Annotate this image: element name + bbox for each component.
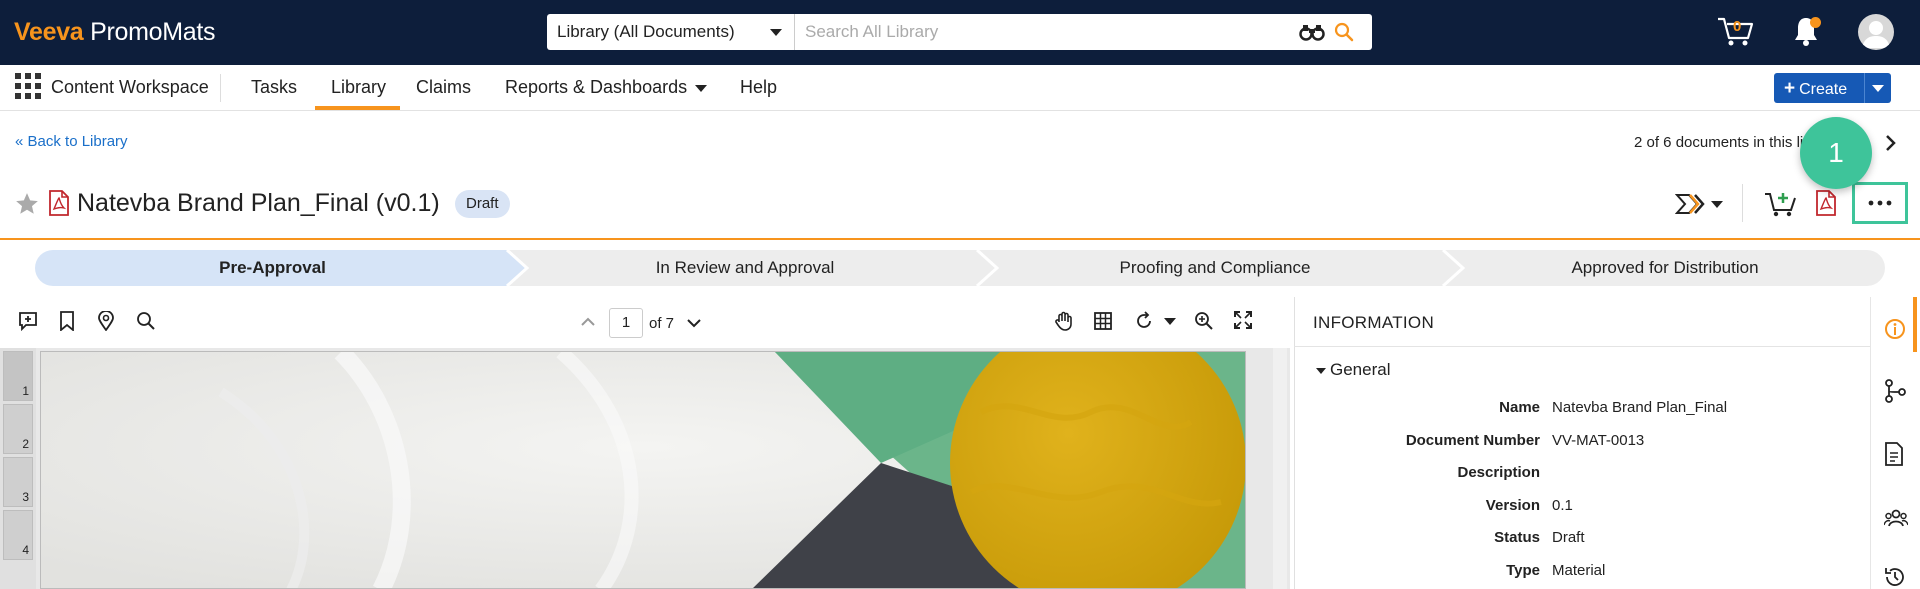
search-icon[interactable] — [1334, 22, 1354, 42]
status-badge: Draft — [455, 190, 510, 218]
grid-view-icon[interactable] — [1093, 311, 1113, 331]
rail-active-indicator — [1913, 297, 1917, 352]
field-value-document-number: VV-MAT-0013 — [1552, 432, 1645, 449]
panel-divider — [1294, 346, 1870, 347]
search-scope-label: Library (All Documents) — [557, 22, 735, 41]
add-to-cart-icon[interactable] — [1764, 190, 1798, 218]
viewer-scrollbar[interactable] — [1273, 348, 1287, 589]
next-page-icon[interactable] — [686, 318, 702, 328]
nav-tasks[interactable]: Tasks — [251, 77, 297, 98]
field-value-status: Draft — [1552, 529, 1585, 546]
thumbnail-page[interactable]: 4 — [3, 510, 33, 560]
thumbnail-page[interactable]: 1 — [3, 351, 33, 401]
location-pin-icon[interactable] — [98, 311, 114, 331]
rotate-dropdown-icon[interactable] — [1164, 318, 1176, 326]
more-actions-button[interactable] — [1852, 182, 1908, 224]
apps-grid-icon[interactable] — [15, 73, 41, 99]
lifecycle-stage-bar: Pre-Approval In Review and Approval Proo… — [35, 250, 1885, 286]
nav-claims[interactable]: Claims — [416, 77, 471, 98]
general-section-toggle[interactable]: General — [1330, 360, 1390, 380]
stage-in-review-and-approval[interactable]: In Review and Approval — [515, 258, 975, 278]
search-box: Library (All Documents) — [547, 14, 1372, 50]
thumbnail-page[interactable]: 2 — [3, 404, 33, 454]
field-value-name: Natevba Brand Plan_Final — [1552, 399, 1728, 416]
search-input[interactable] — [805, 14, 1275, 50]
pan-hand-icon[interactable] — [1054, 311, 1074, 331]
viewer-search-icon[interactable] — [136, 311, 156, 331]
search-scope-select[interactable]: Library (All Documents) — [547, 14, 795, 50]
zoom-in-icon[interactable] — [1194, 311, 1214, 331]
binoculars-icon[interactable] — [1299, 23, 1325, 41]
bookmark-icon[interactable] — [59, 311, 75, 331]
top-bar: Veeva PromoMats Library (All Documents) … — [0, 0, 1920, 65]
more-horizontal-icon — [1868, 200, 1892, 206]
users-icon[interactable] — [1884, 508, 1908, 528]
information-panel-title: INFORMATION — [1313, 313, 1435, 332]
app-logo[interactable]: Veeva PromoMats — [14, 18, 215, 47]
page-thumbnails: 1 2 3 4 — [0, 348, 36, 589]
chevron-down-icon — [770, 29, 782, 36]
field-label-status: Status — [1494, 529, 1540, 546]
rotate-icon[interactable] — [1134, 311, 1154, 331]
previous-page-icon[interactable] — [580, 317, 596, 327]
nav-reports-dashboards[interactable]: Reports & Dashboards — [505, 77, 708, 98]
notification-dot — [1810, 17, 1821, 28]
stage-approved-for-distribution[interactable]: Approved for Distribution — [1455, 258, 1875, 278]
field-label-name: Name — [1499, 399, 1540, 416]
nav-help[interactable]: Help — [740, 77, 777, 98]
workflow-dropdown-icon[interactable] — [1711, 201, 1723, 208]
document-page-image — [40, 351, 1246, 589]
workflow-icon[interactable] — [1675, 193, 1707, 215]
back-to-library-link[interactable]: « Back to Library — [15, 133, 128, 150]
cart-count: 0 — [1733, 18, 1742, 35]
nav-divider — [220, 74, 221, 102]
favorite-star-icon[interactable] — [14, 191, 40, 217]
info-icon[interactable] — [1884, 318, 1906, 340]
relationships-icon[interactable] — [1884, 379, 1906, 403]
fullscreen-icon[interactable] — [1234, 311, 1252, 329]
create-label: + Create — [1784, 78, 1848, 99]
stage-pre-approval[interactable]: Pre-Approval — [35, 258, 510, 278]
field-label-type: Type — [1506, 562, 1540, 579]
page-number-input[interactable]: 1 — [609, 308, 643, 338]
field-label-description: Description — [1457, 464, 1540, 481]
stage-proofing-and-compliance[interactable]: Proofing and Compliance — [985, 258, 1445, 278]
plus-icon: + — [1784, 78, 1796, 99]
header-divider — [1742, 184, 1743, 222]
download-pdf-icon[interactable] — [1815, 190, 1837, 216]
collapse-caret-icon[interactable] — [1316, 368, 1326, 374]
field-label-version: Version — [1485, 497, 1540, 514]
nav-active-indicator — [315, 106, 400, 110]
step-callout-badge: 1 — [1800, 117, 1872, 189]
avatar[interactable] — [1858, 14, 1894, 50]
document-position: 2 of 6 documents in this li — [1634, 134, 1804, 151]
workspace-label[interactable]: Content Workspace — [51, 77, 209, 98]
header-divider-line — [0, 238, 1920, 240]
thumbnail-page[interactable]: 3 — [3, 457, 33, 507]
field-label-document-number: Document Number — [1405, 432, 1540, 449]
nav-reports-label: Reports & Dashboards — [505, 77, 688, 97]
history-icon[interactable] — [1884, 566, 1906, 588]
document-title: Natevba Brand Plan_Final (v0.1) — [77, 189, 440, 217]
nav-bar: Content Workspace Tasks Library Claims R… — [0, 65, 1920, 111]
document-icon[interactable] — [1884, 442, 1904, 466]
add-annotation-icon[interactable] — [18, 311, 38, 331]
split-divider — [1864, 73, 1865, 103]
pdf-file-icon — [48, 190, 70, 216]
next-document-icon[interactable] — [1884, 133, 1898, 153]
page-count: of 7 — [649, 315, 675, 332]
field-value-type: Material — [1552, 562, 1606, 579]
create-button[interactable]: + Create — [1774, 73, 1891, 103]
create-dropdown-icon[interactable] — [1872, 85, 1884, 92]
chevron-down-icon — [695, 84, 708, 92]
nav-library[interactable]: Library — [331, 77, 386, 98]
field-value-version: 0.1 — [1552, 497, 1573, 514]
